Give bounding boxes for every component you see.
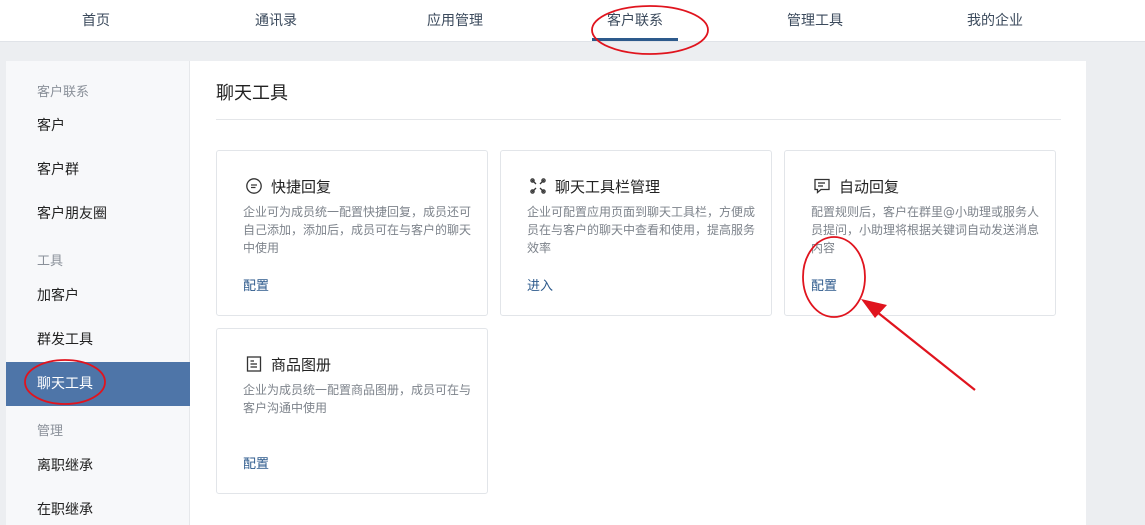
sidebar-group-tools: 工具 (37, 254, 64, 269)
toolbar-icon (528, 176, 548, 196)
nav-app-management[interactable]: 应用管理 (405, 0, 505, 42)
configure-link[interactable]: 配置 (243, 453, 269, 472)
nav-home[interactable]: 首页 (46, 0, 146, 42)
sidebar-item-customers[interactable]: 客户 (6, 104, 190, 148)
nav-customer-contact[interactable]: 客户联系 (592, 0, 678, 42)
enter-link[interactable]: 进入 (527, 275, 553, 294)
card-header: 快捷回复 (244, 175, 331, 197)
card-title: 聊天工具栏管理 (555, 177, 661, 196)
nav-management-tools[interactable]: 管理工具 (765, 0, 865, 42)
product-album-icon (244, 354, 264, 374)
card-description: 企业为成员统一配置商品图册，成员可在与客户沟通中使用 (243, 383, 472, 415)
card-auto-reply: 自动回复 配置规则后，客户在群里@小助理或服务人员提问，小助理将根据关键词自动发… (784, 150, 1056, 316)
sidebar-item-customer-groups[interactable]: 客户群 (6, 148, 190, 192)
auto-reply-icon (812, 176, 832, 196)
card-title: 快捷回复 (271, 177, 332, 196)
sidebar-item-resigned-inheritance[interactable]: 离职继承 (6, 444, 190, 488)
sidebar-item-active-inheritance[interactable]: 在职继承 (6, 488, 190, 525)
card-header: 商品图册 (244, 353, 331, 375)
card-title: 商品图册 (271, 355, 332, 374)
sidebar: 客户联系 客户 客户群 客户朋友圈 工具 加客户 群发工具 聊天工具 管理 离职… (6, 61, 190, 525)
sidebar-group-management: 管理 (37, 424, 64, 439)
sidebar-item-chat-tools[interactable]: 聊天工具 (6, 362, 190, 406)
card-toolbar-management: 聊天工具栏管理 企业可配置应用页面到聊天工具栏，方便成员在与客户的聊天中查看和使… (500, 150, 772, 316)
sidebar-item-broadcast[interactable]: 群发工具 (6, 318, 190, 362)
page-title: 聊天工具 (216, 83, 288, 104)
card-product-album: 商品图册 企业为成员统一配置商品图册，成员可在与客户沟通中使用 配置 (216, 328, 488, 494)
card-description: 配置规则后，客户在群里@小助理或服务人员提问，小助理将根据关键词自动发送消息内容 (811, 205, 1040, 255)
card-quick-reply: 快捷回复 企业可为成员统一配置快捷回复，成员还可自己添加，添加后，成员可在与客户… (216, 150, 488, 316)
card-header: 聊天工具栏管理 (528, 175, 660, 197)
card-header: 自动回复 (812, 175, 899, 197)
quick-reply-icon (244, 176, 264, 196)
configure-link[interactable]: 配置 (811, 275, 837, 294)
configure-link[interactable]: 配置 (243, 275, 269, 294)
card-description: 企业可为成员统一配置快捷回复，成员还可自己添加，添加后，成员可在与客户的聊天中使… (243, 205, 472, 255)
card-title: 自动回复 (839, 177, 900, 196)
card-description: 企业可配置应用页面到聊天工具栏，方便成员在与客户的聊天中查看和使用，提高服务效率 (527, 205, 756, 255)
sidebar-item-add-customer[interactable]: 加客户 (6, 274, 190, 318)
top-nav: 首页 通讯录 应用管理 客户联系 管理工具 我的企业 (0, 0, 1145, 42)
nav-contacts[interactable]: 通讯录 (226, 0, 326, 42)
main-panel: 聊天工具 快捷回复 企业可为成员统一配置快捷回复，成员还可自己添加，添加后，成员… (190, 61, 1086, 525)
nav-my-enterprise[interactable]: 我的企业 (945, 0, 1045, 42)
sidebar-item-moments[interactable]: 客户朋友圈 (6, 192, 190, 236)
title-divider (216, 119, 1061, 120)
sidebar-group-customer-contact: 客户联系 (37, 85, 90, 100)
